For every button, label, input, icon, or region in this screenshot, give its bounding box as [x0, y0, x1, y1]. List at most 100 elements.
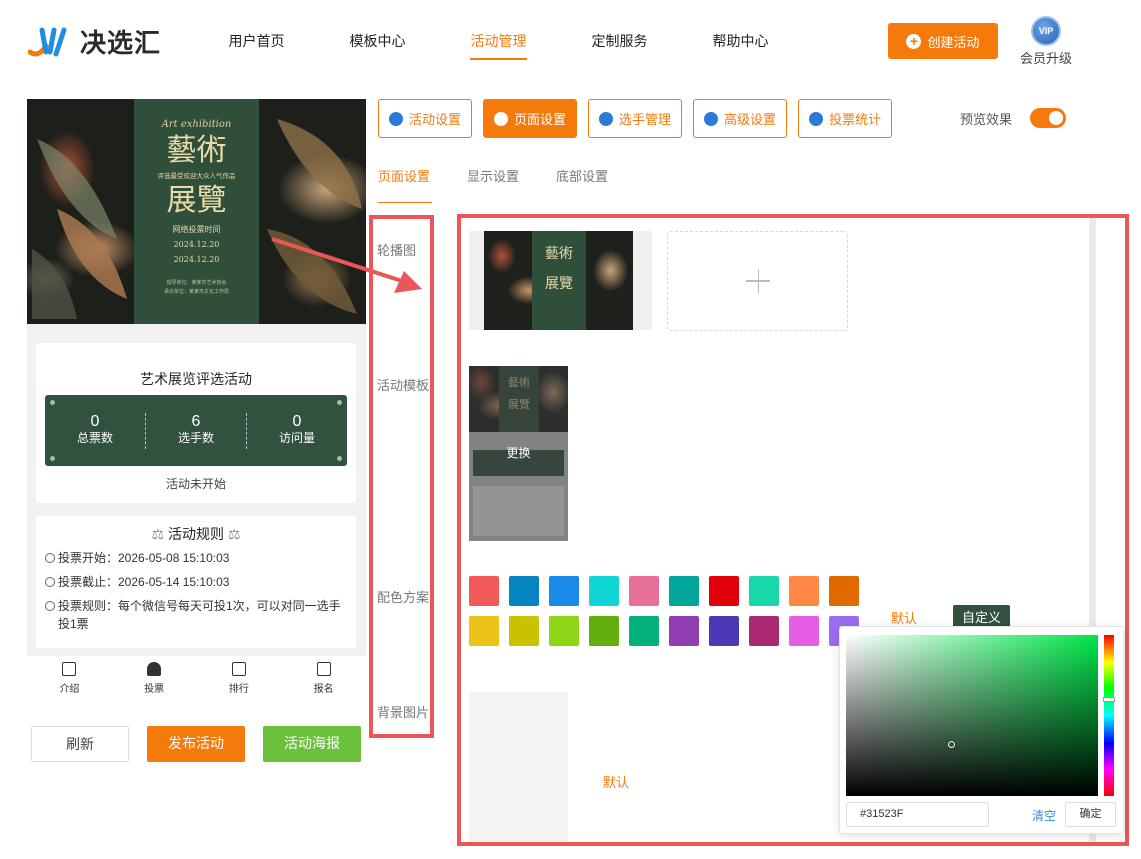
- hue-slider[interactable]: [1104, 635, 1114, 796]
- color-swatch[interactable]: [789, 576, 819, 606]
- color-cursor-icon[interactable]: [948, 741, 955, 748]
- saturation-value-panel[interactable]: [846, 635, 1098, 796]
- activity-summary-card: 艺术展览评选活动 0 总票数 6 选手数 0 访问量 活动未开始: [36, 343, 356, 503]
- tab-vote[interactable]: 投票: [112, 656, 197, 701]
- change-template-button[interactable]: 更换: [469, 444, 568, 461]
- publish-activity-button[interactable]: 发布活动: [147, 726, 245, 762]
- tab-intro[interactable]: 介绍: [27, 656, 112, 701]
- create-activity-button[interactable]: + 创建活动: [888, 23, 998, 59]
- color-swatch[interactable]: [749, 616, 779, 646]
- color-swatch[interactable]: [709, 616, 739, 646]
- plus-circle-icon: +: [906, 33, 922, 49]
- page-subtabs: 页面设置 显示设置 底部设置: [378, 168, 645, 203]
- tool-contestant-management[interactable]: 选手管理: [588, 99, 683, 138]
- background-default-option[interactable]: 默认: [603, 772, 629, 791]
- color-swatch[interactable]: [509, 616, 539, 646]
- preview-switch[interactable]: [1030, 108, 1067, 128]
- subtab-footer-settings[interactable]: 底部设置: [556, 168, 608, 186]
- vip-upgrade[interactable]: VIP 会员升级: [1018, 16, 1074, 67]
- clear-color-button[interactable]: 清空: [1032, 807, 1056, 824]
- rule-vote-limit: 投票规则：每个微信号每天可投1次，可以对同一选手投1票: [45, 597, 345, 633]
- activity-template-thumb[interactable]: 藝術 展覽 更换: [469, 366, 568, 541]
- tool-activity-settings[interactable]: 活动设置: [378, 99, 473, 138]
- label-background: 背景图片: [377, 705, 430, 720]
- corner-dot: [50, 456, 55, 461]
- brand-logo[interactable]: 决选汇: [27, 22, 162, 60]
- tab-label: 投票: [144, 684, 165, 695]
- nav-item-custom-service[interactable]: 定制服务: [559, 0, 680, 80]
- create-activity-label: 创建活动: [927, 34, 980, 50]
- refresh-button[interactable]: 刷新: [31, 726, 129, 762]
- tab-label: 介绍: [59, 684, 80, 695]
- activity-poster-button[interactable]: 活动海报: [263, 726, 361, 762]
- color-swatch[interactable]: [789, 616, 819, 646]
- rules-card: ⚖ 活动规则 ⚖ 投票开始：2026-05-08 15:10:03 投票截止：2…: [36, 516, 356, 648]
- nav-item-templates[interactable]: 模板中心: [317, 0, 438, 80]
- brand-name: 决选汇: [80, 28, 162, 59]
- poster-subtitle: 评选最受欢迎大众人气作品: [157, 172, 236, 180]
- stat-label: 选手数: [177, 430, 214, 445]
- color-swatch[interactable]: [829, 576, 859, 606]
- nav-item-activity-management[interactable]: 活动管理: [438, 0, 559, 80]
- vip-upgrade-label: 会员升级: [1019, 51, 1072, 66]
- color-swatch[interactable]: [469, 616, 499, 646]
- label-template: 活动模板: [377, 378, 430, 393]
- color-swatch[interactable]: [629, 576, 659, 606]
- tool-label: 活动设置: [409, 112, 462, 127]
- tab-label: 报名: [313, 684, 334, 695]
- color-swatch[interactable]: [589, 576, 619, 606]
- subtab-display-settings[interactable]: 显示设置: [467, 168, 519, 186]
- gavel-icon: ⚖: [151, 526, 165, 542]
- tool-advanced-settings[interactable]: 高级设置: [693, 99, 788, 138]
- color-swatch[interactable]: [629, 616, 659, 646]
- tool-label: 页面设置: [514, 112, 567, 127]
- add-carousel-image-button[interactable]: [667, 231, 848, 331]
- poster-title-line1: 藝術: [166, 133, 227, 168]
- color-swatch[interactable]: [549, 576, 579, 606]
- poster-footer-line2: 承办单位：某某市文化工作局: [163, 289, 229, 295]
- nav-item-help[interactable]: 帮助中心: [680, 0, 801, 80]
- color-swatch[interactable]: [669, 616, 699, 646]
- corner-dot: [50, 400, 55, 405]
- color-swatch[interactable]: [549, 616, 579, 646]
- tool-vote-statistics[interactable]: 投票统计: [798, 99, 893, 138]
- sliders-icon: [704, 111, 719, 126]
- nav-item-home[interactable]: 用户首页: [196, 0, 317, 80]
- color-swatch[interactable]: [509, 576, 539, 606]
- tab-ranking[interactable]: 排行: [197, 656, 282, 701]
- carousel-image[interactable]: 藝術 展覽: [469, 231, 652, 330]
- poster-date-end: 2024.12.20: [173, 255, 220, 264]
- color-swatch[interactable]: [589, 616, 619, 646]
- id-card-icon: [316, 662, 331, 676]
- vip-badge-icon: VIP: [1031, 16, 1061, 46]
- annotation-arrow-icon: [271, 237, 422, 293]
- confirm-color-button[interactable]: 确定: [1065, 802, 1116, 827]
- background-image-thumb[interactable]: [469, 692, 568, 842]
- color-swatch[interactable]: [469, 576, 499, 606]
- tab-signup[interactable]: 报名: [281, 656, 366, 701]
- color-custom-option[interactable]: 自定义: [953, 605, 1011, 628]
- color-swatch[interactable]: [669, 576, 699, 606]
- preview-effect-label: 预览效果: [960, 111, 1013, 127]
- color-swatch[interactable]: [749, 576, 779, 606]
- stat-contestants: 6 选手数: [146, 412, 247, 449]
- preview-tabbar: 介绍 投票 排行 报名: [27, 655, 366, 701]
- subtab-page-settings[interactable]: 页面设置: [378, 168, 433, 203]
- rule-text: 投票开始：2026-05-08 15:10:03: [58, 551, 230, 565]
- preview-actions: 刷新 发布活动 活动海报: [31, 726, 379, 762]
- color-picker-popup: #31523F 清空 确定: [839, 626, 1124, 834]
- users-icon: [599, 111, 614, 126]
- activity-title: 艺术展览评选活动: [140, 371, 252, 387]
- document-icon: [62, 662, 77, 676]
- color-swatch[interactable]: [709, 576, 739, 606]
- activity-status: 活动未开始: [165, 477, 226, 491]
- tool-page-settings[interactable]: 页面设置: [483, 99, 578, 138]
- top-nav: 用户首页 模板中心 活动管理 定制服务 帮助中心: [196, 0, 801, 80]
- ranking-icon: [231, 662, 246, 676]
- color-default-option[interactable]: 默认: [891, 608, 917, 627]
- rule-text: 投票截止：2026-05-14 15:10:03: [58, 575, 230, 589]
- hex-color-input[interactable]: #31523F: [846, 802, 989, 827]
- tool-label: 高级设置: [724, 112, 777, 127]
- gear-icon: [494, 111, 509, 126]
- hue-slider-handle[interactable]: [1103, 697, 1115, 702]
